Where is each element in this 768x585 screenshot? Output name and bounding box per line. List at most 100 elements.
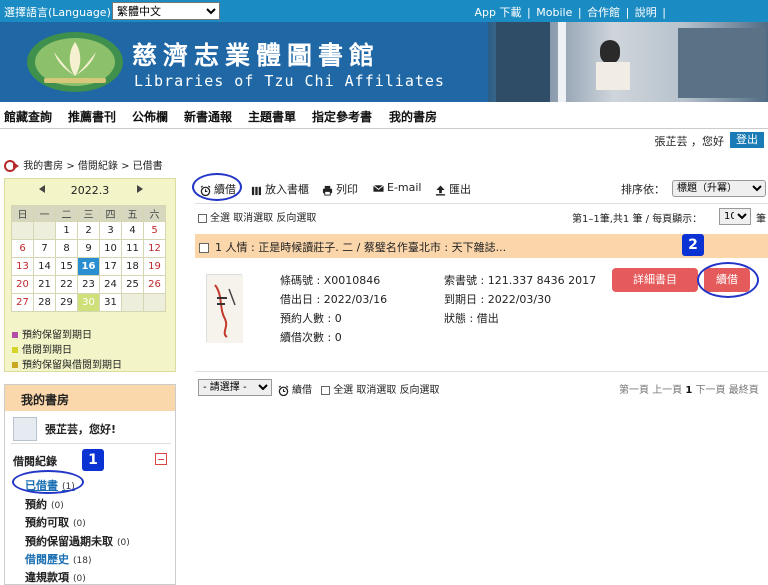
calendar-day[interactable]: 30: [77, 293, 100, 312]
calendar-day[interactable]: 10: [99, 239, 122, 258]
sidebar-item-fines[interactable]: 違規款項 (0): [25, 569, 86, 585]
my-library-header: 我的書房: [5, 385, 175, 411]
calendar-weekday: 三: [77, 205, 100, 222]
calendar-day[interactable]: 4: [121, 221, 144, 240]
sidebar-item-label: 預約: [25, 498, 47, 511]
step-badge-2: 2: [682, 234, 704, 256]
barcode-field: 條碼號 : X0010846: [280, 274, 381, 287]
cancel-selection-link[interactable]: 取消選取: [233, 213, 273, 224]
sidebar-item-borrow-history[interactable]: 借閱歷史 (18): [25, 551, 91, 567]
bottom-renew-button[interactable]: 續借: [278, 384, 315, 396]
calendar-day[interactable]: 25: [121, 275, 144, 294]
print-button[interactable]: 列印: [322, 181, 358, 197]
bottom-cancel-selection-link[interactable]: 取消選取: [356, 385, 396, 396]
shelf-label: 放入書櫃: [265, 183, 309, 196]
calendar-day[interactable]: 7: [33, 239, 56, 258]
nav-topic-lists[interactable]: 主題書單: [248, 108, 296, 125]
legend-due-swatch: [12, 347, 18, 353]
email-button[interactable]: E-mail: [373, 181, 422, 194]
select-all-checkbox[interactable]: [198, 213, 207, 223]
calendar-day[interactable]: 24: [99, 275, 122, 294]
select-all-link[interactable]: 全選: [210, 213, 230, 224]
export-label: 匯出: [449, 183, 471, 196]
calendar-day[interactable]: 14: [33, 257, 56, 276]
bulk-action-select[interactable]: - 請選擇 -: [198, 379, 272, 396]
sidebar-item-expired-reservations[interactable]: 預約保留過期未取 (0): [25, 533, 130, 549]
help-link[interactable]: 說明: [635, 6, 657, 19]
calendar-day[interactable]: 12: [143, 239, 166, 258]
calendar-day[interactable]: 23: [77, 275, 100, 294]
calendar-empty-cell: [11, 221, 34, 240]
result-title[interactable]: 1 人情 : 正是時候讀莊子. 二 / 蔡璧名作臺北市 : 天下雜誌...: [199, 239, 506, 255]
bottom-controls: 續借 全選 取消選取 反向選取: [278, 381, 440, 396]
calendar-day[interactable]: 28: [33, 293, 56, 312]
pager-current: 1: [685, 385, 693, 396]
user-bar: 張芷芸 ，您好 登出: [568, 132, 768, 148]
sidebar-item-reservations[interactable]: 預約 (0): [25, 496, 64, 512]
per-page-select[interactable]: 10: [719, 208, 751, 225]
calendar-next-icon[interactable]: [137, 185, 143, 193]
calendar-day[interactable]: 17: [99, 257, 122, 276]
calendar-day[interactable]: 1: [55, 221, 78, 240]
add-to-shelf-button[interactable]: 放入書櫃: [251, 181, 309, 197]
bottom-select-all-checkbox[interactable]: [321, 385, 331, 395]
calendar-day[interactable]: 31: [99, 293, 122, 312]
pager-first[interactable]: 第一頁: [619, 385, 649, 396]
divider: [195, 203, 768, 204]
export-arrow-icon: [435, 184, 446, 196]
calendar-day[interactable]: 13: [11, 257, 34, 276]
calendar-day[interactable]: 5: [143, 221, 166, 240]
logout-button[interactable]: 登出: [730, 132, 764, 148]
legend-both: 預約保留與借閱到期日: [12, 356, 122, 371]
calendar-day[interactable]: 6: [11, 239, 34, 258]
due-date-field: 到期日 : 2022/03/30: [444, 293, 552, 306]
calendar-day[interactable]: 2: [77, 221, 100, 240]
avatar: [13, 417, 37, 441]
calendar-day[interactable]: 3: [99, 221, 122, 240]
sidebar-item-ready-pickup[interactable]: 預約可取 (0): [25, 514, 86, 530]
mobile-link[interactable]: Mobile: [536, 6, 572, 19]
book-cover-image[interactable]: [206, 274, 243, 343]
calendar-day[interactable]: 26: [143, 275, 166, 294]
nav-new-books[interactable]: 新書通報: [184, 108, 232, 125]
calendar-day[interactable]: 20: [11, 275, 34, 294]
result-count: 第1–1筆,共1 筆 /: [572, 214, 649, 225]
calendar-day[interactable]: 11: [121, 239, 144, 258]
result-checkbox[interactable]: [199, 243, 209, 253]
books-icon: [251, 186, 261, 195]
calendar-day[interactable]: 27: [11, 293, 34, 312]
invert-selection-link[interactable]: 反向選取: [276, 213, 316, 224]
nav-bulletin[interactable]: 公佈欄: [132, 108, 168, 125]
language-select[interactable]: 繁體中文: [112, 2, 220, 20]
calendar-day[interactable]: 8: [55, 239, 78, 258]
calendar-day[interactable]: 22: [55, 275, 78, 294]
nav-catalog-search[interactable]: 館藏查詢: [4, 108, 52, 125]
calendar-day[interactable]: 16: [77, 257, 100, 276]
legend-reserve: 預約保留到期日: [12, 326, 92, 341]
highlight-ring-borrowed: [12, 470, 84, 494]
app-download-link[interactable]: App 下載: [475, 6, 522, 19]
pager-prev[interactable]: 上一頁: [652, 385, 682, 396]
calendar-day[interactable]: 15: [55, 257, 78, 276]
pager-last[interactable]: 最終頁: [729, 385, 759, 396]
top-bar: 選擇語言(Language) : 繁體中文 App 下載 | Mobile | …: [0, 0, 768, 22]
sidebar-item-label: 違規款項: [25, 571, 69, 584]
calendar-day[interactable]: 18: [121, 257, 144, 276]
calendar-day[interactable]: 9: [77, 239, 100, 258]
legend-label: 借閱到期日: [22, 345, 72, 356]
nav-my-library[interactable]: 我的書房: [389, 108, 437, 125]
bottom-select-all-link[interactable]: 全選: [333, 385, 353, 396]
calendar-day[interactable]: 29: [55, 293, 78, 312]
nav-recommended[interactable]: 推薦書刊: [68, 108, 116, 125]
bottom-invert-selection-link[interactable]: 反向選取: [400, 385, 440, 396]
bibliographic-detail-button[interactable]: 詳細書目: [612, 268, 698, 292]
calendar-day[interactable]: 21: [33, 275, 56, 294]
collapse-icon[interactable]: [155, 453, 167, 465]
sort-select[interactable]: 標題（升冪）: [672, 180, 766, 197]
calendar-day[interactable]: 19: [143, 257, 166, 276]
pager-next[interactable]: 下一頁: [696, 385, 726, 396]
nav-divider: [0, 128, 768, 129]
export-button[interactable]: 匯出: [435, 181, 471, 197]
nav-reference-books[interactable]: 指定參考書: [312, 108, 372, 125]
partner-library-link[interactable]: 合作館: [587, 6, 620, 19]
